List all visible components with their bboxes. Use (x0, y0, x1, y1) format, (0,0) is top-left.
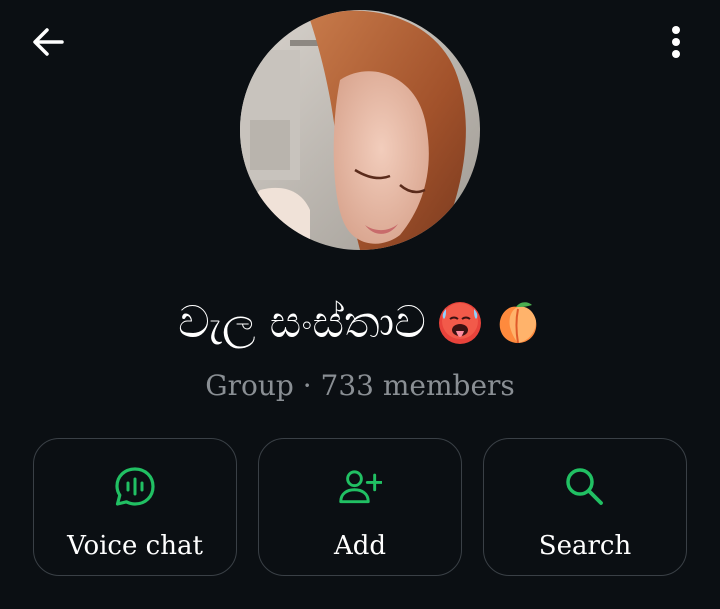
group-subtitle: Group · 733 members (205, 369, 515, 402)
voice-chat-icon (113, 465, 157, 509)
group-avatar[interactable] (240, 10, 480, 250)
action-buttons-row: Voice chat Add Search (33, 438, 687, 578)
add-person-icon (338, 465, 382, 509)
more-vertical-icon (672, 26, 680, 58)
add-label: Add (333, 531, 387, 561)
more-options-button[interactable] (656, 20, 696, 64)
back-button[interactable] (26, 22, 70, 62)
add-button[interactable]: Add (258, 438, 462, 576)
group-info-screen: වැල සංස්තාව Group · 733 members Voice ch… (0, 0, 720, 609)
group-title-row: වැල සංස්තාව (0, 288, 720, 358)
peach-emoji (499, 302, 537, 344)
voice-chat-label: Voice chat (67, 531, 203, 561)
hot-face-emoji (438, 302, 481, 344)
search-button[interactable]: Search (483, 438, 687, 576)
group-name: වැල සංස්තාව (178, 297, 426, 348)
arrow-left-icon (33, 28, 64, 56)
search-icon (563, 465, 607, 509)
voice-chat-button[interactable]: Voice chat (33, 438, 237, 576)
search-label: Search (538, 531, 632, 561)
avatar-photo (240, 10, 480, 250)
